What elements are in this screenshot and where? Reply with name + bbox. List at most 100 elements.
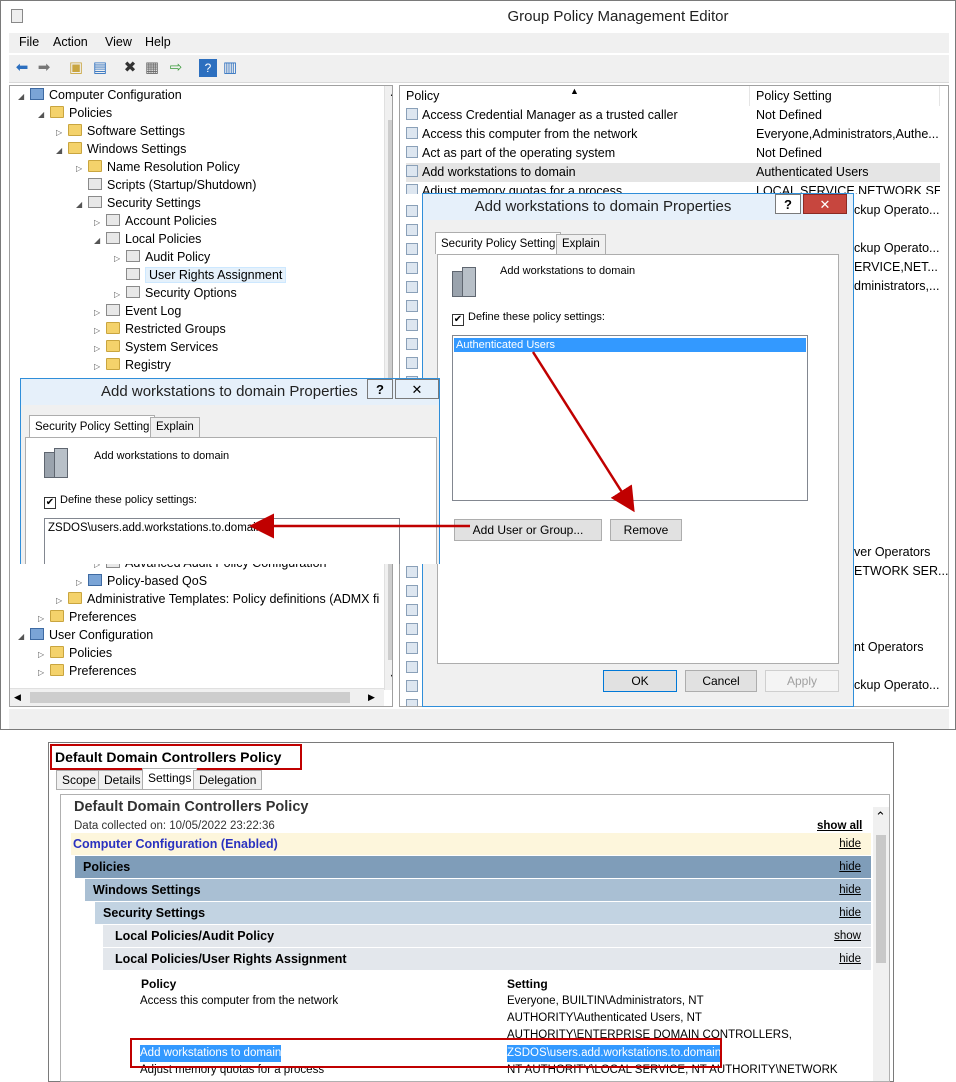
tab-scope[interactable]: Scope (56, 770, 103, 790)
define-settings-checkbox[interactable]: ✔ Define these policy settings: (44, 494, 197, 509)
scroll-down-icon[interactable]: ▼ (389, 672, 392, 682)
tree-item-policies[interactable]: ◢ Policies (38, 104, 112, 122)
show-all-link[interactable]: show all (817, 820, 862, 832)
setting-fragment: ver Operators (854, 545, 931, 559)
section-computer-configuration[interactable]: Computer Configuration (Enabled) hide (71, 833, 871, 855)
tree-item-local-policies[interactable]: ◢ Local Policies (94, 230, 201, 248)
forward-icon[interactable]: ➡ (35, 59, 53, 77)
hide-link[interactable]: hide (839, 948, 861, 970)
up-folder-icon[interactable]: ▣ (67, 59, 85, 77)
tree-item-restricted-groups[interactable]: ▷ Restricted Groups (94, 320, 226, 338)
members-listbox[interactable]: ZSDOS\users.add.workstations.to.domain (44, 518, 400, 564)
hide-link[interactable]: hide (839, 856, 861, 878)
chevron-up-icon[interactable]: ⌃ (875, 809, 886, 825)
tab-explain[interactable]: Explain (556, 234, 606, 254)
column-header-setting[interactable]: Policy Setting (750, 86, 940, 106)
apply-button[interactable]: Apply (765, 670, 839, 692)
tree-item-event-log[interactable]: ▷ Event Log (94, 302, 181, 320)
members-listbox[interactable]: Authenticated Users (452, 335, 808, 501)
report-row-policy: Access this computer from the network (140, 995, 339, 1007)
section-windows-settings[interactable]: Windows Settings hide (85, 879, 871, 901)
export-list-icon[interactable]: ⇨ (167, 59, 185, 77)
folder-icon (88, 160, 102, 172)
show-action-pane-icon[interactable]: ▥ (221, 59, 239, 77)
tree-item-name-resolution-policy[interactable]: ▷ Name Resolution Policy (76, 158, 240, 176)
checkbox-checked-icon[interactable]: ✔ (452, 314, 464, 326)
scroll-thumb-h[interactable] (30, 692, 350, 703)
list-row[interactable]: Access Credential Manager as a trusted c… (406, 106, 940, 125)
tree-item-windows-settings[interactable]: ◢ Windows Settings (56, 140, 186, 158)
tree-item-security-options[interactable]: ▷ Security Options (114, 284, 237, 302)
menu-help[interactable]: Help (145, 35, 171, 49)
show-link[interactable]: show (834, 925, 861, 947)
tab-details[interactable]: Details (98, 770, 147, 790)
remove-button[interactable]: Remove (610, 519, 682, 541)
tree-item-computer-configuration[interactable]: ◢ Computer Configuration (18, 86, 182, 104)
close-button[interactable]: ✕ (395, 379, 439, 399)
section-policies[interactable]: Policies hide (75, 856, 871, 878)
list-row[interactable]: Act as part of the operating system Not D… (406, 144, 940, 163)
tab-security-policy-setting[interactable]: Security Policy Setting (29, 415, 156, 437)
member-item[interactable]: Authenticated Users (454, 338, 806, 352)
section-user-rights-assignment[interactable]: Local Policies/User Rights Assignment hid… (103, 948, 871, 970)
tree-item-preferences[interactable]: ▷ Preferences (38, 608, 136, 626)
define-settings-checkbox[interactable]: ✔ Define these policy settings: (452, 311, 605, 326)
close-button[interactable]: ✕ (803, 194, 847, 214)
tree-item-policy-based-qos[interactable]: ▷ Policy-based QoS (76, 572, 207, 590)
report-vertical-scrollbar[interactable]: ⌃ (873, 807, 889, 1081)
back-icon[interactable]: ⬅ (13, 59, 31, 77)
show-hide-tree-icon[interactable]: ▤ (91, 59, 109, 77)
section-audit-policy[interactable]: Local Policies/Audit Policy show (103, 925, 871, 947)
tab-settings[interactable]: Settings (142, 768, 198, 790)
policy-item-icon (406, 699, 418, 706)
menu-file[interactable]: File (19, 35, 39, 49)
tree-item-registry[interactable]: ▷ Registry (94, 356, 171, 374)
tree-item-software-settings[interactable]: ▷ Software Settings (56, 122, 185, 140)
tree-item-audit-policy[interactable]: ▷ Audit Policy (114, 248, 210, 266)
hide-link[interactable]: hide (839, 833, 861, 855)
scroll-thumb[interactable] (876, 835, 886, 963)
tab-explain[interactable]: Explain (150, 417, 200, 437)
policy-item-icon (406, 184, 418, 194)
tree-item-user-rights-assignment[interactable]: User Rights Assignment (114, 266, 287, 284)
tree-horizontal-scrollbar[interactable]: ◀ ▶ (10, 688, 384, 706)
ok-button[interactable]: OK (603, 670, 677, 692)
folder-icon (68, 142, 82, 154)
scroll-up-icon[interactable]: ▲ (389, 88, 392, 98)
policy-item-icon (406, 262, 418, 274)
tree-item-user-preferences[interactable]: ▷ Preferences (38, 662, 136, 680)
tree-item-system-services[interactable]: ▷ System Services (94, 338, 218, 356)
help-button[interactable]: ? (775, 194, 801, 214)
column-header-policy[interactable]: Policy ▲ (400, 86, 750, 106)
checkbox-checked-icon[interactable]: ✔ (44, 497, 56, 509)
hide-link[interactable]: hide (839, 902, 861, 924)
menu-action[interactable]: Action (53, 35, 88, 49)
setting-fragment: ckup Operato... (854, 678, 940, 692)
status-bar (9, 709, 949, 729)
hide-link[interactable]: hide (839, 879, 861, 901)
tree-item-administrative-templates[interactable]: ▷ Administrative Templates: Policy defini… (56, 590, 379, 608)
tree-item-user-policies[interactable]: ▷ Policies (38, 644, 112, 662)
help-icon[interactable]: ? (199, 59, 217, 77)
help-button[interactable]: ? (367, 379, 393, 399)
folder-icon (106, 358, 120, 370)
tree-item-security-settings[interactable]: ◢ Security Settings (76, 194, 201, 212)
properties-icon[interactable]: ▦ (143, 59, 161, 77)
list-row[interactable]: Access this computer from the network Eve… (406, 125, 940, 144)
member-item[interactable]: ZSDOS\users.add.workstations.to.domain (46, 521, 262, 535)
cancel-button[interactable]: Cancel (685, 670, 757, 692)
report-row-setting: Everyone, BUILTIN\Administrators, NT AUT… (507, 995, 792, 1041)
tree-item-account-policies[interactable]: ▷ Account Policies (94, 212, 217, 230)
list-row-selected[interactable]: Add workstations to domain Authenticated … (406, 163, 940, 182)
section-security-settings[interactable]: Security Settings hide (95, 902, 871, 924)
tab-delegation[interactable]: Delegation (193, 770, 263, 790)
tree-item-scripts[interactable]: Scripts (Startup/Shutdown) (76, 176, 256, 194)
policy-icon (106, 232, 120, 244)
tab-security-policy-setting[interactable]: Security Policy Setting (435, 232, 562, 254)
tree-item-user-configuration[interactable]: ◢ User Configuration (18, 626, 153, 644)
menu-view[interactable]: View (105, 35, 132, 49)
scroll-right-icon[interactable]: ▶ (368, 692, 375, 703)
scroll-left-icon[interactable]: ◀ (14, 692, 21, 703)
delete-icon[interactable]: ✖ (121, 59, 139, 77)
add-user-or-group-button[interactable]: Add User or Group... (454, 519, 602, 541)
